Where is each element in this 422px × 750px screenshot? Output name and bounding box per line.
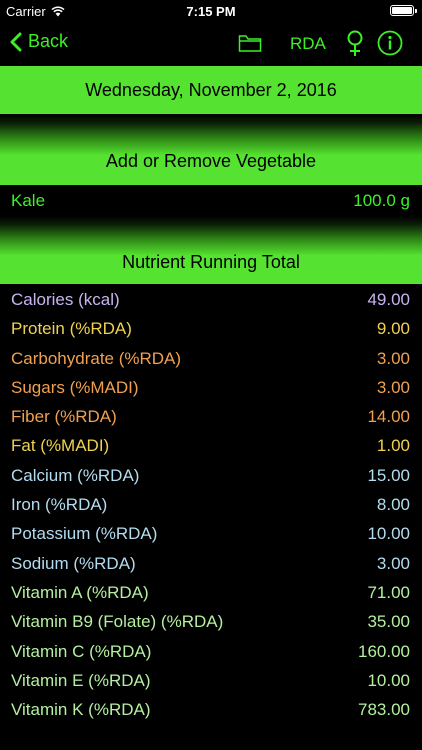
nutrient-label: Vitamin A (%RDA) — [11, 582, 149, 602]
nutrient-label: Calcium (%RDA) — [11, 465, 140, 485]
add-remove-vegetable-button[interactable]: Add or Remove Vegetable — [0, 114, 422, 185]
nutrient-value: 3.00 — [376, 553, 410, 573]
nutrient-value: 3.00 — [376, 348, 410, 368]
nutrient-label: Vitamin B9 (Folate) (%RDA) — [11, 612, 224, 632]
running-total-label: Nutrient Running Total — [122, 252, 300, 272]
nutrient-row: Vitamin K (%RDA) 783.00 — [0, 696, 422, 725]
nutrient-row: Potassium (%RDA) 10.00 — [0, 520, 422, 549]
folder-icon — [238, 35, 262, 52]
vegetable-name: Kale — [11, 191, 46, 210]
nutrient-row: Carbohydrate (%RDA) 3.00 — [0, 345, 422, 374]
folder-button[interactable] — [238, 33, 262, 58]
nutrient-value: 71.00 — [367, 582, 410, 602]
female-button[interactable] — [345, 30, 365, 63]
nutrient-value: 10.00 — [367, 524, 410, 544]
nutrient-label: Vitamin C (%RDA) — [11, 641, 152, 661]
female-symbol-icon — [347, 30, 363, 56]
nav-bar: Back RDA — [0, 22, 422, 66]
nutrient-row: Sugars (%MADI) 3.00 — [0, 374, 422, 403]
nutrient-label: Sugars (%MADI) — [11, 377, 139, 397]
nutrient-row: Vitamin E (%RDA) 10.00 — [0, 667, 422, 696]
nutrient-value: 15.00 — [367, 465, 410, 485]
nutrient-label: Iron (%RDA) — [11, 495, 108, 515]
nutrient-label: Vitamin E (%RDA) — [11, 670, 151, 690]
vegetable-quantity: 100.0 g — [353, 191, 410, 210]
nutrient-row: Protein (%RDA) 9.00 — [0, 315, 422, 344]
nutrient-row: Sodium (%RDA) 3.00 — [0, 550, 422, 579]
nutrient-row: Fiber (%RDA) 14.00 — [0, 403, 422, 432]
add-remove-label: Add or Remove Vegetable — [105, 151, 317, 171]
nutrient-value: 160.00 — [358, 641, 410, 661]
nutrient-label: Fat (%MADI) — [11, 436, 110, 456]
info-icon — [377, 30, 403, 56]
nutrient-value: 10.00 — [367, 670, 410, 690]
nutrient-running-total-header: Nutrient Running Total — [0, 216, 422, 284]
status-bar: Carrier 7:15 PM — [0, 0, 422, 22]
nutrient-value: 8.00 — [376, 495, 410, 515]
nutrient-label: Protein (%RDA) — [11, 319, 132, 339]
nutrient-row: Fat (%MADI) 1.00 — [0, 432, 422, 461]
nutrient-row: Vitamin C (%RDA) 160.00 — [0, 638, 422, 667]
nutrient-label: Calories (kcal) — [11, 290, 120, 309]
nutrient-value: 3.00 — [376, 377, 410, 397]
back-label: Back — [28, 31, 69, 51]
nutrient-label: Fiber (%RDA) — [11, 407, 117, 427]
chevron-left-icon — [10, 32, 22, 51]
nutrient-label: Sodium (%RDA) — [11, 553, 136, 573]
nutrient-value: 14.00 — [367, 407, 410, 427]
nutrient-value: 35.00 — [367, 612, 410, 632]
nutrient-value: 9.00 — [376, 319, 410, 339]
nutrient-label: Vitamin K (%RDA) — [11, 700, 151, 720]
nutrient-row: Vitamin B9 (Folate) (%RDA) 35.00 — [0, 608, 422, 637]
nutrient-value: 1.00 — [376, 436, 410, 456]
info-button[interactable] — [377, 30, 403, 61]
date-bar: Wednesday, November 2, 2016 — [0, 66, 422, 114]
nutrient-value: 49.00 — [367, 290, 410, 309]
nutrient-list: Calories (kcal) 49.00 Protein (%RDA) 9.00 Ca… — [0, 286, 422, 725]
nutrient-row: Iron (%RDA) 8.00 — [0, 491, 422, 520]
status-time: 7:15 PM — [186, 4, 236, 19]
nutrient-row: Vitamin A (%RDA) 71.00 — [0, 579, 422, 608]
rda-button[interactable]: RDA — [290, 34, 326, 54]
vegetable-row[interactable]: Kale 100.0 g — [0, 186, 422, 216]
nutrient-value: 783.00 — [358, 700, 410, 720]
nutrient-label: Carbohydrate (%RDA) — [11, 348, 182, 368]
back-button[interactable]: Back — [10, 31, 68, 52]
nutrient-row: Calcium (%RDA) 15.00 — [0, 462, 422, 491]
nutrient-label: Potassium (%RDA) — [11, 524, 158, 544]
nutrient-row: Calories (kcal) 49.00 — [0, 286, 422, 315]
battery-icon — [390, 5, 417, 16]
